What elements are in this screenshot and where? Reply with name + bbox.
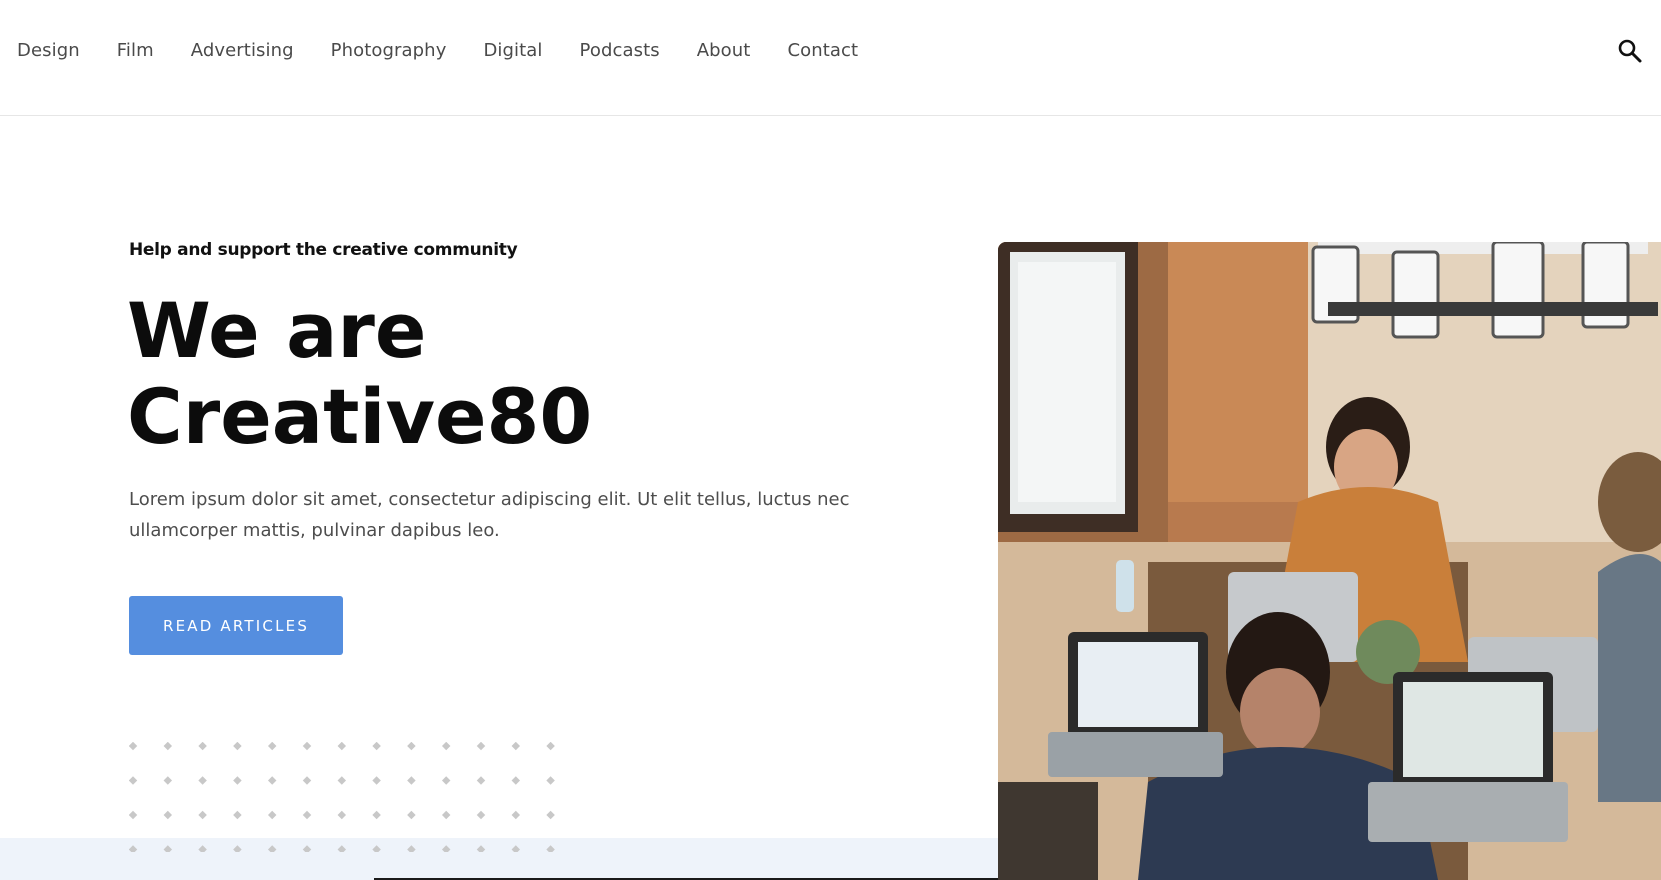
pattern-dot xyxy=(302,810,312,820)
hero-headline-line1: We are xyxy=(127,286,427,375)
pattern-dot xyxy=(546,776,555,785)
pattern-dot xyxy=(372,742,381,751)
pattern-dot xyxy=(441,742,451,751)
pattern-dot xyxy=(302,845,312,852)
pattern-dot xyxy=(302,776,312,785)
site-header: Design Film Advertising Photography Digi… xyxy=(0,0,1661,116)
pattern-dot xyxy=(407,845,416,852)
pattern-dot xyxy=(163,742,173,751)
pattern-dot xyxy=(476,810,486,820)
pattern-dot xyxy=(511,845,521,852)
hero-headline: We are Creative80 xyxy=(127,288,887,460)
pattern-dot xyxy=(267,742,277,751)
pattern-dot xyxy=(233,810,242,820)
pattern-dot xyxy=(476,776,486,785)
nav-item-podcasts[interactable]: Podcasts xyxy=(580,40,660,61)
pattern-dot xyxy=(407,742,416,751)
pattern-dot xyxy=(441,776,451,785)
pattern-dot xyxy=(372,845,381,852)
pattern-dot xyxy=(511,742,521,751)
pattern-dot xyxy=(267,810,277,820)
pattern-dot xyxy=(337,742,347,751)
pattern-dot xyxy=(441,810,451,820)
pattern-dot xyxy=(546,845,555,852)
pattern-dot xyxy=(198,742,207,751)
search-button[interactable] xyxy=(1617,38,1643,64)
pattern-dot xyxy=(233,845,242,852)
pattern-dot xyxy=(511,776,521,785)
nav-item-digital[interactable]: Digital xyxy=(483,40,542,61)
pattern-dot xyxy=(407,776,416,785)
pattern-dot xyxy=(163,776,173,785)
pattern-dot xyxy=(337,776,347,785)
nav-item-contact[interactable]: Contact xyxy=(787,40,858,61)
pattern-dot xyxy=(129,810,138,820)
nav-item-design[interactable]: Design xyxy=(17,40,80,61)
pattern-dot xyxy=(441,845,451,852)
pattern-dot xyxy=(372,810,381,820)
dot-pattern xyxy=(129,742,559,852)
read-articles-button[interactable]: READ ARTICLES xyxy=(129,596,343,655)
main-nav: Design Film Advertising Photography Digi… xyxy=(17,40,895,61)
pattern-dot xyxy=(267,776,277,785)
pattern-dot xyxy=(476,742,486,751)
hero-headline-line2: Creative80 xyxy=(127,372,593,461)
pattern-dot xyxy=(129,742,138,751)
pattern-dot xyxy=(546,810,555,820)
pattern-dot xyxy=(163,845,173,852)
hero-eyebrow: Help and support the creative community xyxy=(129,240,518,260)
nav-item-film[interactable]: Film xyxy=(117,40,154,61)
pattern-dot xyxy=(233,742,242,751)
nav-item-photography[interactable]: Photography xyxy=(331,40,447,61)
pattern-dot xyxy=(476,845,486,852)
pattern-dot xyxy=(511,810,521,820)
pattern-dot xyxy=(198,845,207,852)
nav-item-about[interactable]: About xyxy=(697,40,751,61)
pattern-dot xyxy=(233,776,242,785)
pattern-dot xyxy=(546,742,555,751)
hero-lead: Lorem ipsum dolor sit amet, consectetur … xyxy=(129,489,850,541)
pattern-dot xyxy=(198,810,207,820)
pattern-dot xyxy=(129,845,138,852)
pattern-dot xyxy=(372,776,381,785)
pattern-dot xyxy=(129,776,138,785)
pattern-dot xyxy=(407,810,416,820)
pattern-dot xyxy=(337,810,347,820)
pattern-dot xyxy=(302,742,312,751)
hero-image xyxy=(998,242,1661,880)
pattern-dot xyxy=(267,845,277,852)
pattern-dot xyxy=(198,776,207,785)
nav-item-advertising[interactable]: Advertising xyxy=(191,40,294,61)
pattern-dot xyxy=(337,845,347,852)
pattern-dot xyxy=(163,810,173,820)
search-icon xyxy=(1618,39,1642,63)
